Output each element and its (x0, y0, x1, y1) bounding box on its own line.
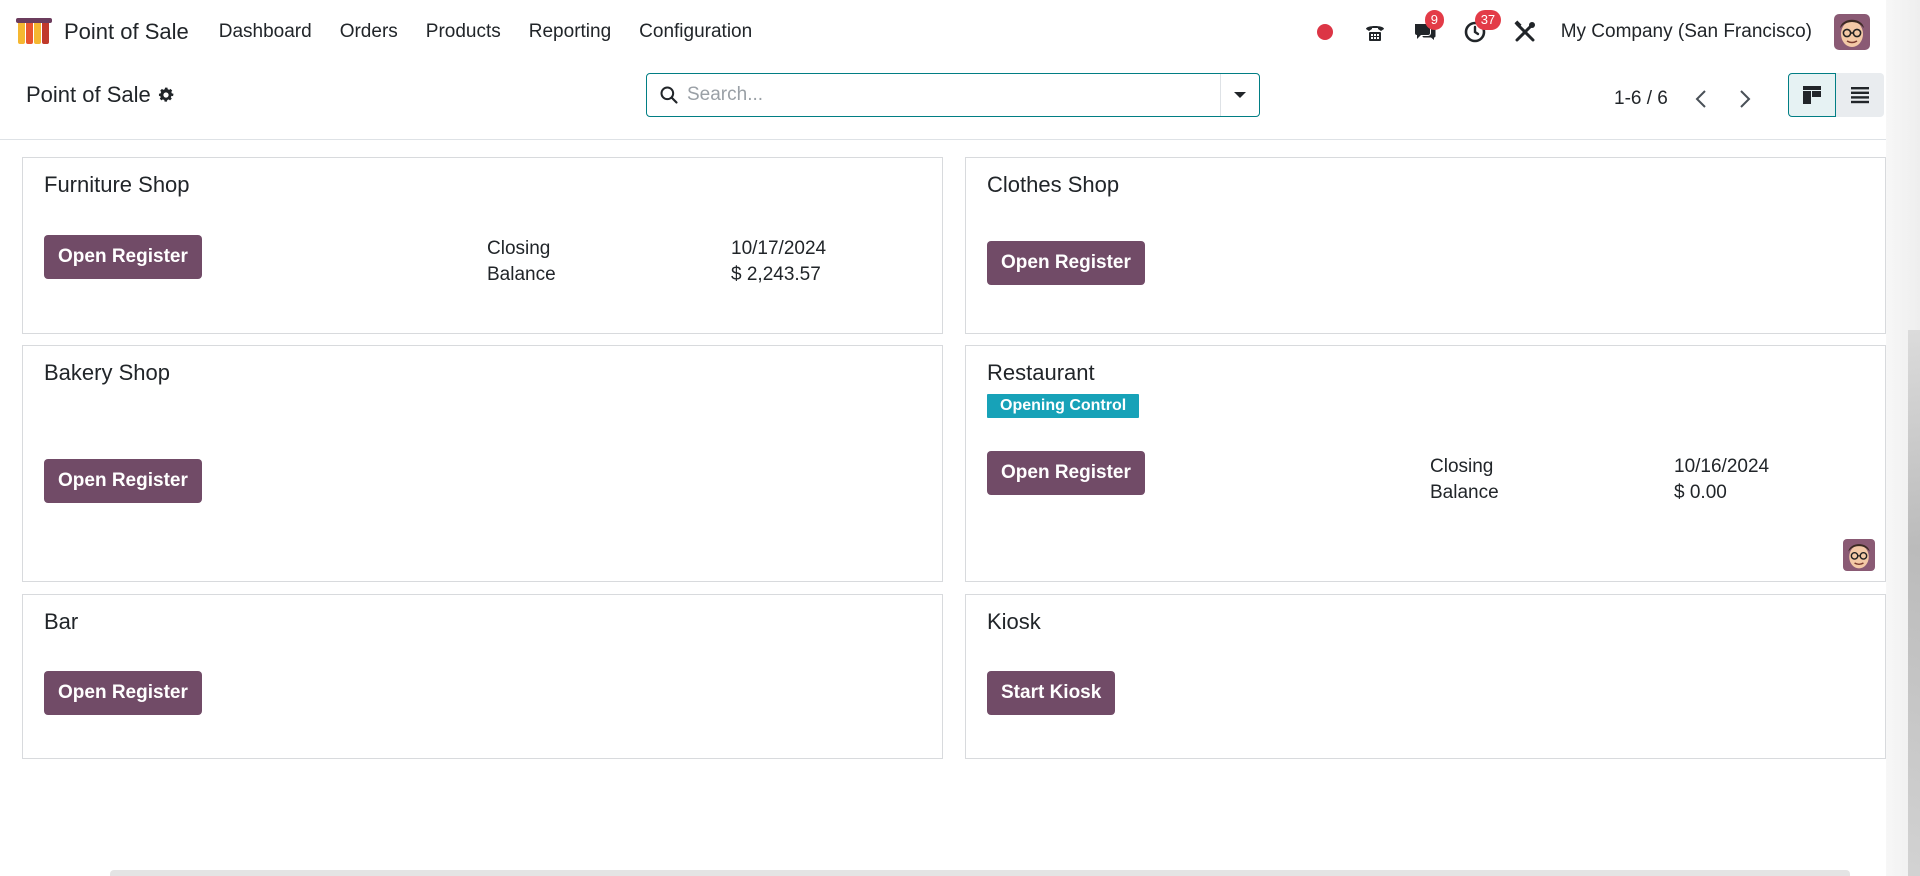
activities-count-badge: 37 (1474, 10, 1502, 30)
user-avatar-icon (1843, 539, 1875, 571)
card-title: Bakery Shop (44, 360, 170, 385)
pos-card-bar: Bar Open Register (22, 594, 943, 759)
view-switcher (1788, 73, 1884, 117)
search-icon (660, 86, 678, 104)
closing-value: 10/17/2024 (731, 238, 827, 259)
pos-card-restaurant: Restaurant Opening Control Open Register… (965, 345, 1886, 582)
open-register-button[interactable]: Open Register (987, 241, 1145, 285)
list-view-icon (1851, 87, 1869, 104)
activities-button[interactable]: 37 (1461, 10, 1502, 46)
pos-card-furniture-shop: Furniture Shop Open Register Closing 10/… (22, 157, 943, 334)
main-menu: Dashboard Orders Products Reporting Conf… (205, 15, 766, 49)
chevron-left-icon (1695, 90, 1706, 108)
open-register-button[interactable]: Open Register (44, 235, 202, 279)
window-bottom-edge (110, 870, 1850, 876)
phone-button[interactable] (1361, 18, 1389, 46)
kanban-view-icon (1803, 86, 1821, 104)
menu-configuration[interactable]: Configuration (625, 15, 766, 49)
pager-next-button[interactable] (1730, 84, 1760, 114)
app: Point of Sale Dashboard Orders Products … (0, 0, 1886, 876)
status-badge: Opening Control (987, 394, 1140, 418)
kanban-view-button[interactable] (1788, 73, 1836, 117)
brand[interactable]: Point of Sale (16, 17, 189, 47)
card-title: Kiosk (987, 609, 1041, 634)
desktop-background-shade (1908, 330, 1920, 876)
pos-card-bakery-shop: Bakery Shop Open Register (22, 345, 943, 582)
card-title: Bar (44, 609, 79, 634)
user-avatar[interactable] (1834, 14, 1870, 50)
control-panel: Point of Sale 1-6 / 6 (0, 64, 1886, 140)
card-title: Furniture Shop (44, 172, 190, 197)
search-input[interactable] (687, 74, 1220, 116)
closing-value: 10/16/2024 (1674, 456, 1770, 477)
top-navbar: Point of Sale Dashboard Orders Products … (0, 0, 1886, 64)
systray: 9 37 My Company (San Francisco) (1311, 10, 1870, 50)
recording-dot-icon (1316, 24, 1333, 40)
messages-count-badge: 9 (1424, 10, 1444, 30)
tools-icon (1514, 20, 1535, 42)
closing-label: Closing (487, 238, 551, 259)
menu-dashboard[interactable]: Dashboard (205, 15, 326, 49)
pager-previous-button[interactable] (1686, 84, 1716, 114)
pager-value[interactable]: 1-6 / 6 (1614, 88, 1668, 110)
session-info: Closing 10/17/2024 Balance $ 2,243.57 (487, 238, 826, 286)
responsible-avatar (1843, 539, 1875, 571)
user-avatar-icon (1834, 14, 1870, 50)
company-switcher[interactable]: My Company (San Francisco) (1561, 21, 1812, 43)
balance-value: $ 0.00 (1674, 482, 1727, 503)
pos-card-clothes-shop: Clothes Shop Open Register (965, 157, 1886, 334)
chevron-right-icon (1740, 90, 1751, 108)
menu-orders[interactable]: Orders (326, 15, 412, 49)
balance-label: Balance (487, 264, 556, 285)
page-title: Point of Sale (26, 82, 151, 107)
start-kiosk-button[interactable]: Start Kiosk (987, 671, 1116, 715)
open-register-button[interactable]: Open Register (987, 451, 1145, 495)
caret-down-icon (1234, 92, 1246, 98)
app-name[interactable]: Point of Sale (64, 19, 189, 45)
breadcrumb: Point of Sale (26, 82, 175, 108)
card-title: Clothes Shop (987, 172, 1120, 197)
debug-tools-button[interactable] (1511, 18, 1539, 46)
pager: 1-6 / 6 (1614, 84, 1774, 114)
pos-card-kiosk: Kiosk Start Kiosk (965, 594, 1886, 759)
closing-label: Closing (1430, 456, 1494, 477)
balance-value: $ 2,243.57 (731, 264, 821, 285)
open-register-button[interactable]: Open Register (44, 671, 202, 715)
phone-icon (1365, 26, 1384, 41)
list-view-button[interactable] (1836, 73, 1884, 117)
search-bar (646, 73, 1260, 117)
balance-label: Balance (1430, 482, 1499, 503)
recording-indicator[interactable] (1311, 18, 1339, 46)
messages-button[interactable]: 9 (1411, 10, 1444, 46)
desktop-background-strip (1886, 0, 1920, 876)
open-register-button[interactable]: Open Register (44, 459, 202, 503)
card-title: Restaurant (987, 360, 1095, 385)
search-options-toggle[interactable] (1220, 74, 1259, 116)
gear-icon[interactable] (157, 86, 175, 104)
menu-products[interactable]: Products (412, 15, 515, 49)
pos-app-icon[interactable] (16, 17, 52, 47)
session-info: Closing 10/16/2024 Balance $ 0.00 (1430, 456, 1769, 504)
menu-reporting[interactable]: Reporting (515, 15, 625, 49)
